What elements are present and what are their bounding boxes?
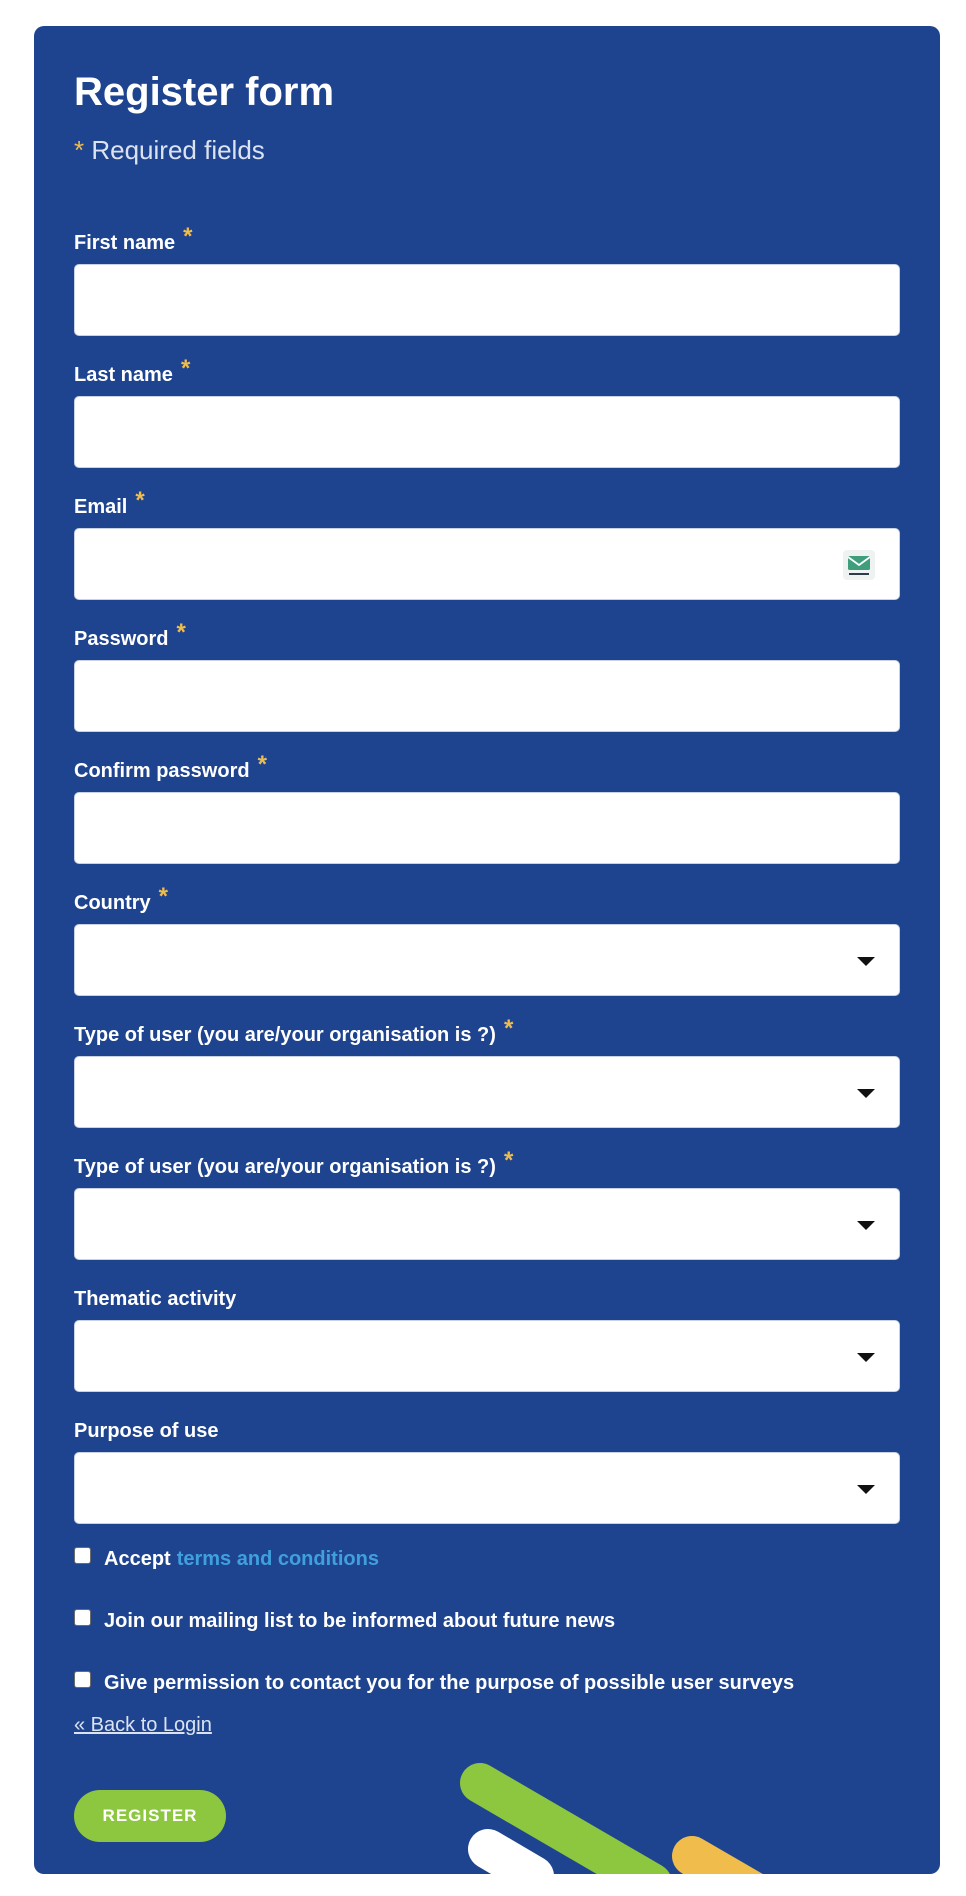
white-stripe (468, 1829, 554, 1874)
yellow-stripe (672, 1836, 763, 1874)
decorative-stripes (460, 1763, 763, 1874)
register-card: Register form * Required fields First na… (34, 26, 940, 1874)
